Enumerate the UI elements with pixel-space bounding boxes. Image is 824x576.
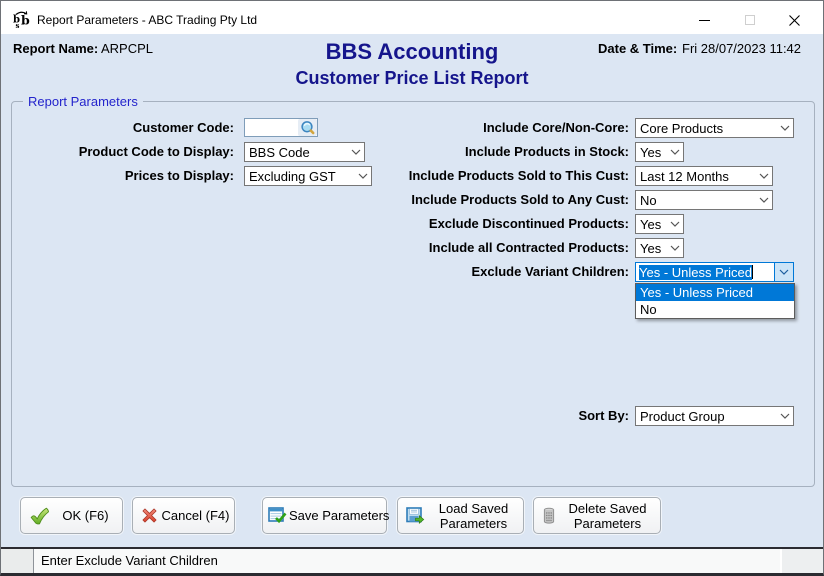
include-in-stock-combobox[interactable]: Yes [635,142,684,162]
chevron-down-icon [755,197,772,203]
include-core-label: Include Core/Non-Core: [281,118,629,138]
chevron-down-icon [755,173,772,179]
customer-code-label: Customer Code: [13,118,234,138]
exclude-variant-children-label: Exclude Variant Children: [281,262,629,282]
save-parameters-button[interactable]: Save Parameters [262,497,387,534]
chevron-down-icon [776,413,793,419]
button-label: Cancel (F4) [161,508,234,523]
report-parameters-window: b s b Report Parameters - ABC Trading Pt… [0,0,824,576]
datetime-value: Fri 28/07/2023 11:42 [682,41,801,56]
delete-parameters-icon [542,507,556,525]
svg-text:s: s [16,21,20,28]
maximize-icon [745,15,755,25]
combobox-value: Product Group [640,409,725,424]
combobox-value: Yes [640,145,661,160]
include-sold-this-cust-label: Include Products Sold to This Cust: [281,166,629,186]
ok-button[interactable]: OK (F6) [20,497,123,534]
cancel-button[interactable]: Cancel (F4) [132,497,235,534]
prices-display-label: Prices to Display: [13,166,234,186]
button-label: OK (F6) [53,508,122,523]
load-parameters-icon [406,507,425,525]
exclude-discontinued-label: Exclude Discontinued Products: [281,214,629,234]
text-cursor [752,265,753,279]
save-parameters-icon [268,507,287,525]
status-bar: Enter Exclude Variant Children [1,549,823,574]
status-right-cell [782,549,823,574]
exclude-variant-children-dropdown: Yes - Unless Priced No [635,283,795,319]
ok-check-icon [29,506,50,526]
sort-by-combobox[interactable]: Product Group [635,406,794,426]
include-core-combobox[interactable]: Core Products [635,118,794,138]
include-sold-any-cust-label: Include Products Sold to Any Cust: [281,190,629,210]
include-in-stock-label: Include Products in Stock: [281,142,629,162]
product-code-display-label: Product Code to Display: [13,142,234,162]
load-saved-parameters-button[interactable]: Load SavedParameters [397,497,524,534]
combobox-value: Core Products [640,121,723,136]
exclude-discontinued-combobox[interactable]: Yes [635,214,684,234]
delete-saved-parameters-button[interactable]: Delete SavedParameters [533,497,661,534]
button-label: Load SavedParameters [428,501,523,531]
combobox-value: Last 12 Months [640,169,729,184]
close-icon [789,15,800,26]
sort-by-label: Sort By: [281,406,629,426]
datetime-label: Date & Time: [598,41,677,56]
button-label: Save Parameters [289,508,391,523]
combobox-value: Yes [640,241,661,256]
groupbox-title: Report Parameters [23,94,143,109]
cancel-x-icon [141,507,158,524]
combobox-value: No [640,193,657,208]
bbs-logo-icon: b s b [12,10,30,28]
combobox-value: Yes - Unless Priced [639,265,752,280]
include-sold-this-cust-combobox[interactable]: Last 12 Months [635,166,773,186]
exclude-variant-children-combobox[interactable]: Yes - Unless Priced [635,262,794,282]
svg-text:b: b [21,13,30,28]
report-title: Customer Price List Report [1,68,823,89]
title-bar: b s b Report Parameters - ABC Trading Pt… [1,1,823,34]
status-message: Enter Exclude Variant Children [34,549,782,574]
chevron-down-icon [666,149,683,155]
dropdown-option[interactable]: Yes - Unless Priced [636,284,794,301]
status-left-cell [1,549,34,574]
chevron-down-icon[interactable] [774,263,793,281]
chevron-down-icon [666,221,683,227]
combobox-value: Yes [640,217,661,232]
chevron-down-icon [666,245,683,251]
dropdown-option[interactable]: No [636,301,794,318]
button-label: Delete SavedParameters [559,501,660,531]
minimize-icon [699,20,710,21]
include-sold-any-cust-combobox[interactable]: No [635,190,773,210]
include-contracted-combobox[interactable]: Yes [635,238,684,258]
include-contracted-label: Include all Contracted Products: [281,238,629,258]
chevron-down-icon [776,125,793,131]
